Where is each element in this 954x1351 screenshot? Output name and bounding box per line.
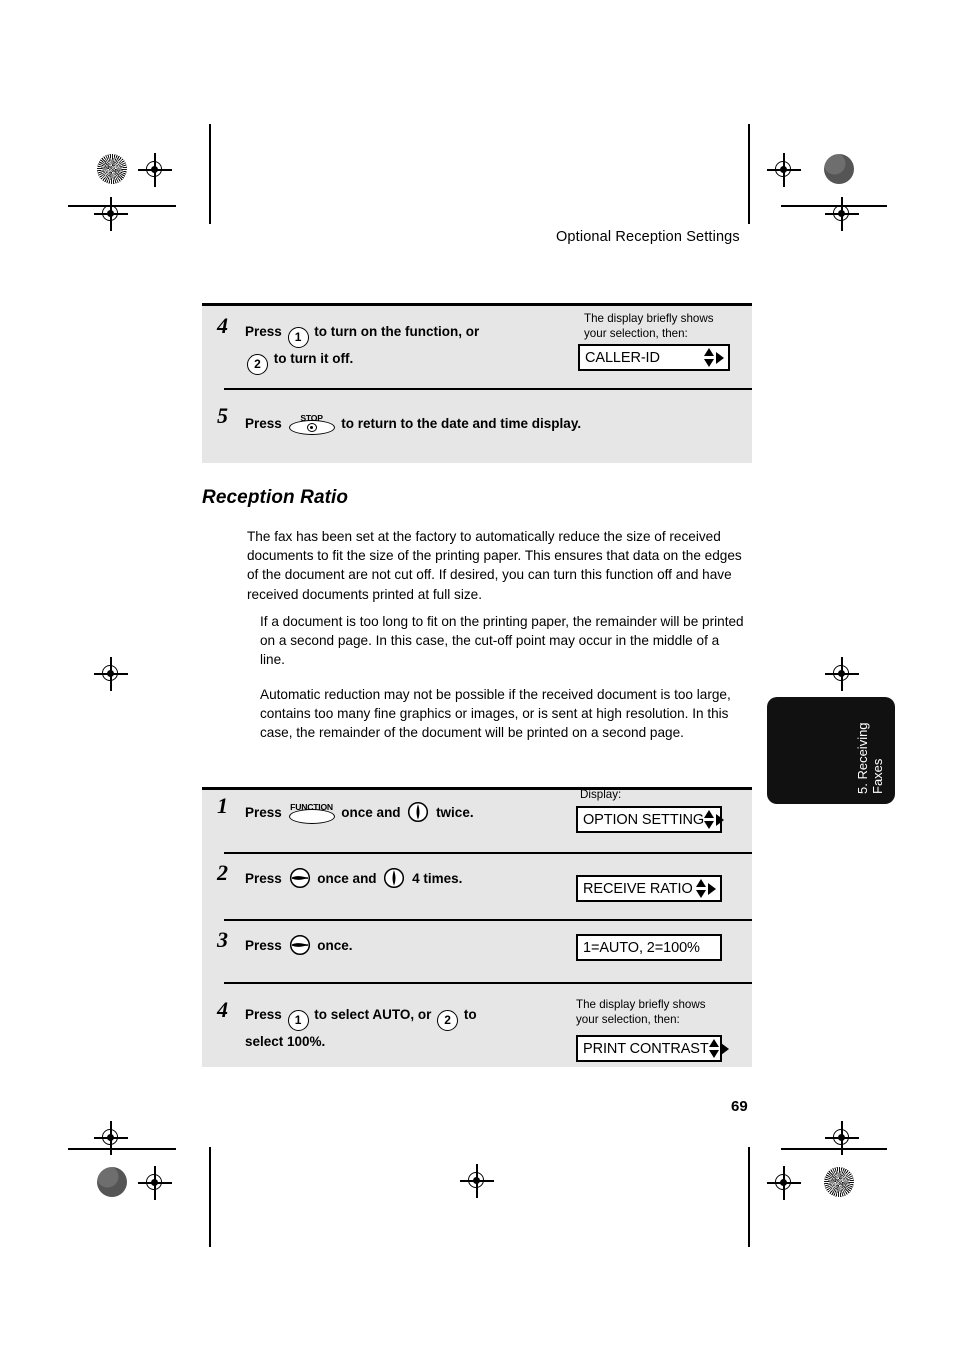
trim-mark-bottom-right-v (748, 1147, 750, 1247)
step-divider-3 (224, 982, 752, 985)
trim-mark-top-left-v (209, 124, 211, 224)
right-arrow-key-icon (289, 934, 311, 962)
body-paragraph-2: If a document is too long to fit on the … (260, 614, 744, 668)
registration-target-right-middle (825, 657, 859, 691)
step-instruction: Press 1 to select AUTO, or 2 to select 10… (245, 1007, 477, 1049)
registration-target-left-middle (94, 657, 128, 691)
registration-star-bottom-right (824, 1167, 854, 1197)
lcd-display: RECEIVE RATIO (576, 875, 722, 902)
registration-target-bottom-right-inner (767, 1166, 801, 1200)
trim-mark-top-right-v (748, 124, 750, 224)
step-divider (224, 388, 752, 391)
lcd-display-text: PRINT CONTRAST (583, 1040, 709, 1057)
body-paragraph-1: The fax has been set at the factory to a… (247, 529, 742, 602)
registration-target-top-left-inner (138, 153, 172, 187)
step-number: 2 (217, 860, 228, 885)
lcd-display: OPTION SETTING (576, 806, 725, 833)
down-arrow-key-icon (407, 801, 429, 829)
display-note: The display briefly shows your selection… (584, 312, 714, 340)
lcd-display-text: OPTION SETTING (583, 811, 705, 828)
lcd-display-text: RECEIVE RATIO (583, 880, 693, 897)
body-paragraph-3: Automatic reduction may not be possible … (260, 687, 731, 741)
registration-star-top-left (97, 154, 127, 184)
registration-target-bottom-center (460, 1164, 494, 1198)
lcd-scroll-arrows-icon (704, 348, 724, 367)
display-note: The display briefly shows your selection… (576, 998, 706, 1026)
registration-dot-top-right (824, 154, 854, 184)
registration-target-bottom-left-inner (138, 1166, 172, 1200)
lcd-display-text: CALLER-ID (585, 349, 660, 366)
stop-key-icon: STOP (288, 411, 335, 435)
function-key-icon: FUNCTION (288, 800, 335, 824)
panel-top-rule (202, 303, 752, 306)
registration-target-top-right-inner (767, 153, 801, 187)
step-number: 4 (217, 313, 228, 338)
step-instruction: Press once and 4 times. (245, 867, 462, 895)
trim-mark-bottom-left-v (209, 1147, 211, 1247)
key-1-icon: 1 (287, 1010, 309, 1031)
step-instruction: Press FUNCTION once and twice. (245, 800, 474, 829)
thumb-tab-label: 5. Receiving Faxes (855, 722, 885, 794)
registration-dot-bottom-left (97, 1167, 127, 1197)
step-instruction: Press STOP to return to the date and tim… (245, 411, 581, 435)
down-arrow-key-icon (383, 867, 405, 895)
registration-target-top-left-outer (94, 197, 128, 231)
panel-top-rule-2 (202, 787, 752, 790)
step-number: 3 (217, 927, 228, 952)
registration-target-bottom-right-outer (825, 1121, 859, 1155)
running-head: Optional Reception Settings (556, 229, 740, 245)
section-thumb-tab: 5. Receiving Faxes (767, 697, 895, 804)
manual-page: Optional Reception Settings Reception Ra… (0, 0, 954, 1351)
step-instruction: Press 1 to turn on the function, or 2 to … (245, 321, 479, 375)
lcd-display: CALLER-ID (578, 344, 730, 371)
step-instruction: Press once. (245, 934, 353, 962)
key-2-icon: 2 (247, 354, 268, 375)
right-arrow-key-icon (289, 867, 311, 895)
step-number: 5 (217, 403, 228, 428)
step-number: 4 (217, 997, 228, 1022)
lcd-display: PRINT CONTRAST (576, 1035, 729, 1062)
lcd-display-text: 1=AUTO, 2=100% (583, 939, 700, 956)
lcd-scroll-arrows-icon (696, 879, 716, 898)
key-1-icon: 1 (287, 327, 309, 348)
key-2-icon: 2 (437, 1010, 459, 1031)
display-note: Display: (580, 788, 622, 801)
lcd-scroll-arrows-icon (708, 1039, 729, 1058)
lcd-scroll-arrows-icon (704, 810, 725, 829)
step-divider-1 (224, 852, 752, 855)
page-number: 69 (731, 1098, 748, 1115)
step-number: 1 (217, 793, 228, 818)
lcd-display: 1=AUTO, 2=100% (576, 934, 722, 961)
registration-target-bottom-left-outer (94, 1121, 128, 1155)
registration-target-top-right-outer (825, 197, 859, 231)
step-divider-2 (224, 919, 752, 922)
section-heading: Reception Ratio (202, 487, 349, 508)
